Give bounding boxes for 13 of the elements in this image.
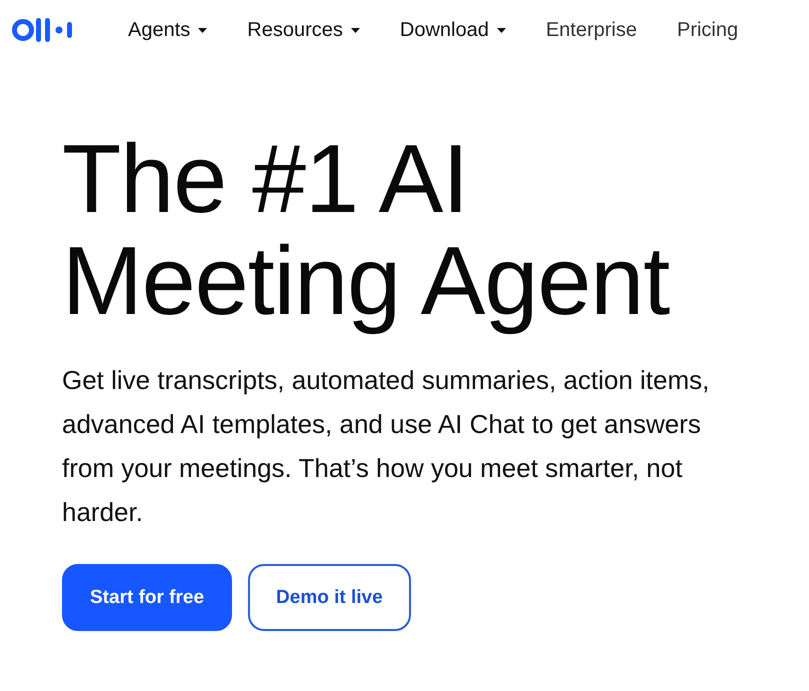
- nav-link[interactable]: Download: [400, 18, 506, 42]
- hero-heading: Meeting Agent: [62, 230, 670, 332]
- caret-icon: [496, 28, 506, 32]
- start-button[interactable]: Start for free: [62, 564, 232, 631]
- hero-heading: The #1 AI: [62, 128, 468, 230]
- nav-link[interactable]: Enterprise: [546, 18, 637, 42]
- caret-icon: [198, 28, 208, 32]
- nav-link[interactable]: Resources: [247, 18, 360, 42]
- nav-link[interactable]: Pricing: [676, 18, 738, 42]
- hero-description: Get live transcripts, automated summaries, action items, advanced AI templates, and use AI Chat to get answers from your meetings. That’s how you meet smarter, not harder.: [62, 364, 710, 529]
- nav-link[interactable]: Agents: [128, 18, 208, 42]
- caret-icon: [350, 28, 360, 32]
- demo-button[interactable]: Demo it live: [248, 564, 411, 631]
